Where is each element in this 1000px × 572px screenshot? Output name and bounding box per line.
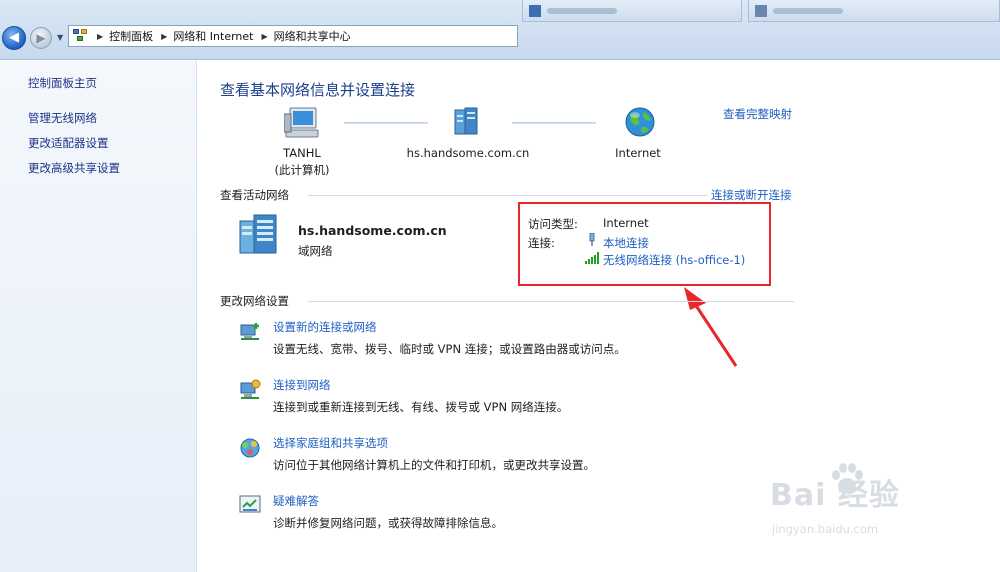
computer-icon — [284, 107, 319, 138]
page-title: 查看基本网络信息并设置连接 — [220, 81, 416, 99]
new-connection-icon — [240, 323, 259, 340]
breadcrumb-network-internet[interactable]: 网络和 Internet — [173, 28, 253, 44]
arrow-left-icon: ◀ — [9, 30, 19, 45]
change-adapter-settings-link[interactable]: 更改适配器设置 — [28, 135, 109, 151]
breadcrumb-sharing-center[interactable]: 网络和共享中心 — [274, 28, 351, 44]
manage-wireless-link[interactable]: 管理无线网络 — [28, 110, 97, 126]
breadcrumb-separator[interactable]: ▶ — [262, 32, 268, 41]
back-button[interactable]: ◀ — [2, 26, 26, 50]
background-tab[interactable] — [522, 0, 742, 22]
domain-server-icon — [454, 107, 478, 135]
view-full-map-link[interactable]: 查看完整映射 — [723, 106, 792, 122]
address-bar[interactable]: ▶ 控制面板 ▶ 网络和 Internet ▶ 网络和共享中心 — [68, 25, 518, 47]
troubleshoot-icon — [239, 495, 261, 513]
wireless-connection-link[interactable]: 无线网络连接 (hs-office-1) — [603, 252, 745, 268]
active-networks-heading: 查看活动网络 — [220, 188, 289, 202]
internet-globe-icon — [625, 107, 655, 137]
forward-button[interactable]: ▶ — [30, 27, 52, 49]
map-computer-note: (此计算机) — [274, 163, 330, 177]
troubleshoot-desc: 诊断并修复网络问题，或获得故障排除信息。 — [273, 516, 503, 530]
map-connector-line — [512, 122, 596, 124]
domain-network-icon — [239, 214, 277, 254]
connect-to-network-link[interactable]: 连接到网络 — [273, 377, 331, 393]
local-connection-link[interactable]: 本地连接 — [603, 235, 649, 251]
homegroup-sharing-desc: 访问位于其他网络计算机上的文件和打印机，或更改共享设置。 — [273, 458, 595, 472]
troubleshoot-link[interactable]: 疑难解答 — [273, 493, 319, 509]
section-divider — [308, 301, 794, 302]
active-network-type[interactable]: 域网络 — [298, 243, 333, 259]
change-advanced-sharing-link[interactable]: 更改高级共享设置 — [28, 160, 120, 176]
watermark-url: jingyan.baidu.com — [772, 522, 879, 536]
baidu-watermark: Bai 经验 jingyan.baidu.com — [770, 463, 970, 550]
navigation-bar: ◀ ▶ ▼ ▶ 控制面板 ▶ 网络和 Internet ▶ 网络和共享中心 — [0, 0, 1000, 60]
map-connector-line — [344, 122, 428, 124]
connect-disconnect-link[interactable]: 连接或断开连接 — [711, 187, 792, 203]
connect-to-network-icon — [240, 379, 261, 399]
breadcrumb-control-panel[interactable]: 控制面板 — [109, 28, 153, 44]
wireless-signal-icon — [585, 252, 599, 264]
change-settings-heading: 更改网络设置 — [220, 294, 289, 308]
recent-pages-dropdown[interactable]: ▼ — [57, 33, 63, 42]
homegroup-icon — [240, 438, 260, 458]
homegroup-sharing-link[interactable]: 选择家庭组和共享选项 — [273, 435, 388, 451]
left-task-pane: 控制面板主页 管理无线网络 更改适配器设置 更改高级共享设置 — [0, 61, 197, 572]
map-domain-label: hs.handsome.com.cn — [406, 146, 530, 160]
setup-new-connection-link[interactable]: 设置新的连接或网络 — [273, 319, 377, 335]
breadcrumb-separator[interactable]: ▶ — [97, 32, 103, 41]
section-divider — [308, 195, 708, 196]
map-internet-label: Internet — [615, 146, 661, 160]
map-computer-name: TANHL — [283, 146, 321, 160]
connect-to-network-desc: 连接到或重新连接到无线、有线、拨号或 VPN 网络连接。 — [273, 400, 569, 414]
breadcrumb-separator[interactable]: ▶ — [161, 32, 167, 41]
control-panel-icon — [73, 29, 89, 43]
control-panel-home-link[interactable]: 控制面板主页 — [28, 75, 97, 91]
paw-icon — [832, 463, 863, 494]
setup-new-connection-desc: 设置无线、宽带、拨号、临时或 VPN 连接；或设置路由器或访问点。 — [273, 342, 626, 356]
background-tab[interactable] — [748, 0, 1000, 22]
access-type-label: 访问类型: — [528, 217, 578, 231]
connections-label: 连接: — [528, 236, 555, 250]
active-network-name: hs.handsome.com.cn — [298, 223, 447, 238]
arrow-right-icon: ▶ — [36, 31, 46, 45]
ethernet-icon — [589, 233, 595, 246]
access-type-value: Internet — [603, 216, 649, 230]
